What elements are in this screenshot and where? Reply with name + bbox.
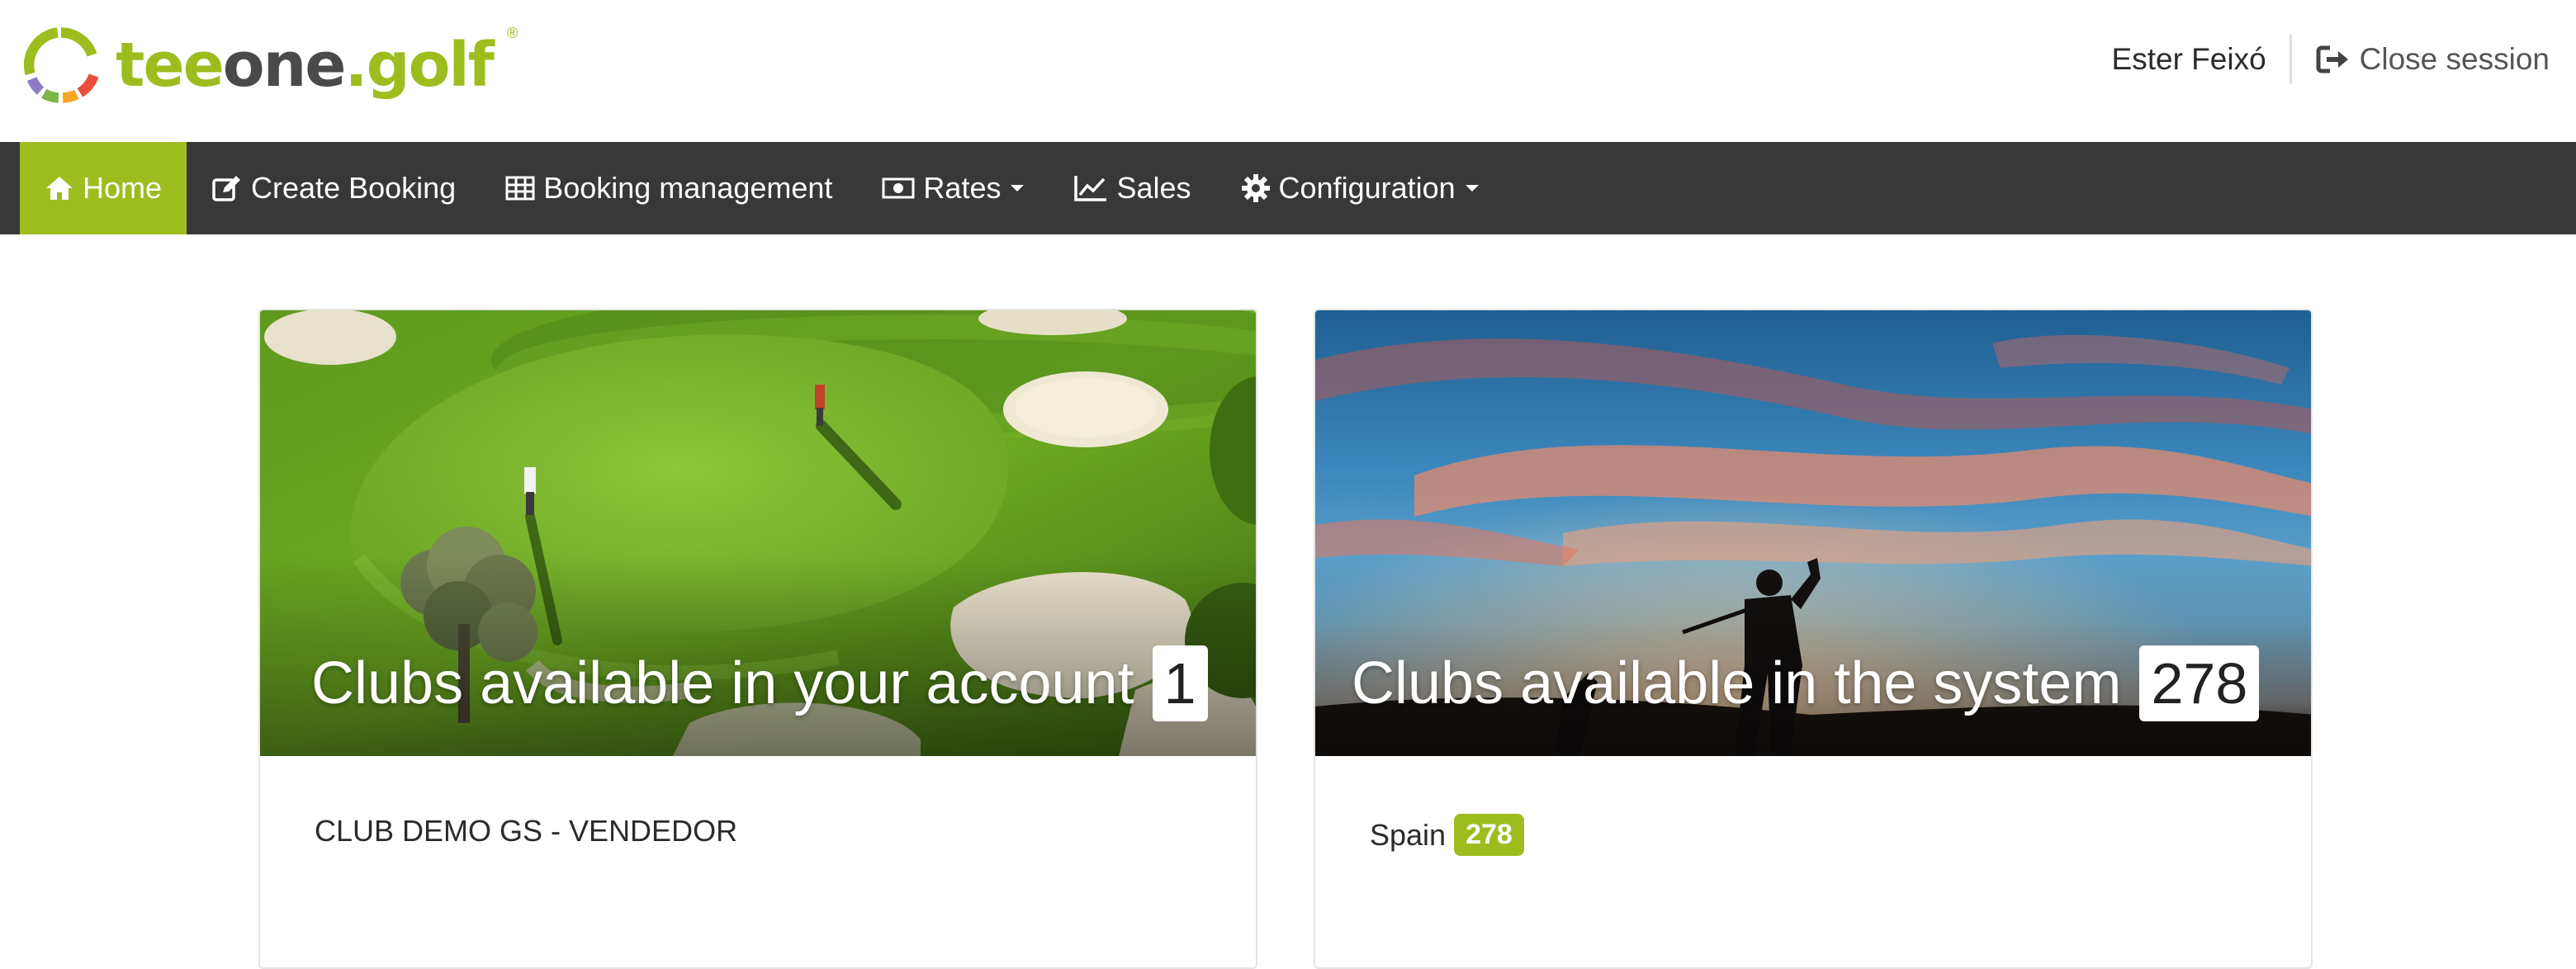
system-clubs-title-text: Clubs available in the system [1352, 650, 2122, 716]
logo-wordmark: teeone.golf [116, 30, 495, 101]
logo-mark-icon [23, 27, 99, 103]
chevron-down-icon [1011, 185, 1025, 191]
nav-rates-label: Rates [923, 171, 1002, 205]
nav-home[interactable]: Home [20, 142, 187, 234]
close-session-label: Close session [2359, 42, 2550, 76]
country-count-badge: 278 [1454, 814, 1524, 856]
chevron-down-icon [1465, 185, 1479, 191]
account-clubs-title-text: Clubs available in your account [311, 650, 1134, 716]
system-clubs-count: 278 [2139, 645, 2260, 721]
clubs-system-card: Clubs available in the system 278 Spain … [1314, 309, 2313, 969]
nav-booking-management-label: Booking management [543, 171, 833, 205]
account-clubs-count: 1 [1152, 645, 1208, 721]
club-name: CLUB DEMO GS - VENDEDOR [315, 814, 738, 848]
nav-rates[interactable]: Rates [857, 142, 1049, 234]
clubs-account-card: Clubs available in your account 1 CLUB D… [258, 309, 1257, 969]
gear-icon [1241, 174, 1270, 202]
nav-booking-management[interactable]: Booking management [481, 142, 857, 234]
user-area: Ester Feixó Close session [2112, 33, 2550, 86]
account-clubs-title: Clubs available in your account 1 [311, 645, 1208, 721]
nav-configuration-label: Configuration [1278, 171, 1456, 205]
registered-mark: ® [507, 25, 519, 41]
golf-course-image: Clubs available in your account 1 [260, 310, 1256, 756]
line-chart-icon [1074, 176, 1107, 201]
club-list-item[interactable]: CLUB DEMO GS - VENDEDOR [315, 814, 1201, 848]
golfer-sunset-image: Clubs available in the system 278 [1315, 310, 2311, 756]
header: teeone.golf ® Ester Feixó Close session [0, 0, 2576, 142]
user-name[interactable]: Ester Feixó [2112, 42, 2286, 77]
nav-create-booking[interactable]: Create Booking [187, 142, 481, 234]
nav-sales-label: Sales [1116, 171, 1191, 205]
nav-home-label: Home [83, 171, 163, 205]
nav-sales[interactable]: Sales [1049, 142, 1215, 234]
home-icon [46, 177, 73, 200]
edit-icon [212, 176, 241, 201]
system-clubs-title: Clubs available in the system 278 [1352, 645, 2260, 721]
sign-out-icon [2316, 45, 2348, 73]
country-list-item[interactable]: Spain 278 [1370, 814, 2256, 856]
header-divider [2289, 35, 2292, 84]
table-icon [505, 176, 535, 201]
nav-create-booking-label: Create Booking [251, 171, 457, 205]
account-clubs-list: CLUB DEMO GS - VENDEDOR [260, 756, 1256, 848]
country-name: Spain [1370, 817, 1447, 852]
main-navbar: Home Create Booking Booking management R… [0, 142, 2576, 234]
close-session-link[interactable]: Close session [2315, 42, 2550, 77]
teeone-golf-logo[interactable]: teeone.golf ® [18, 20, 518, 111]
nav-configuration[interactable]: Configuration [1216, 142, 1503, 234]
money-icon [882, 177, 915, 199]
system-countries-list: Spain 278 [1315, 756, 2311, 856]
